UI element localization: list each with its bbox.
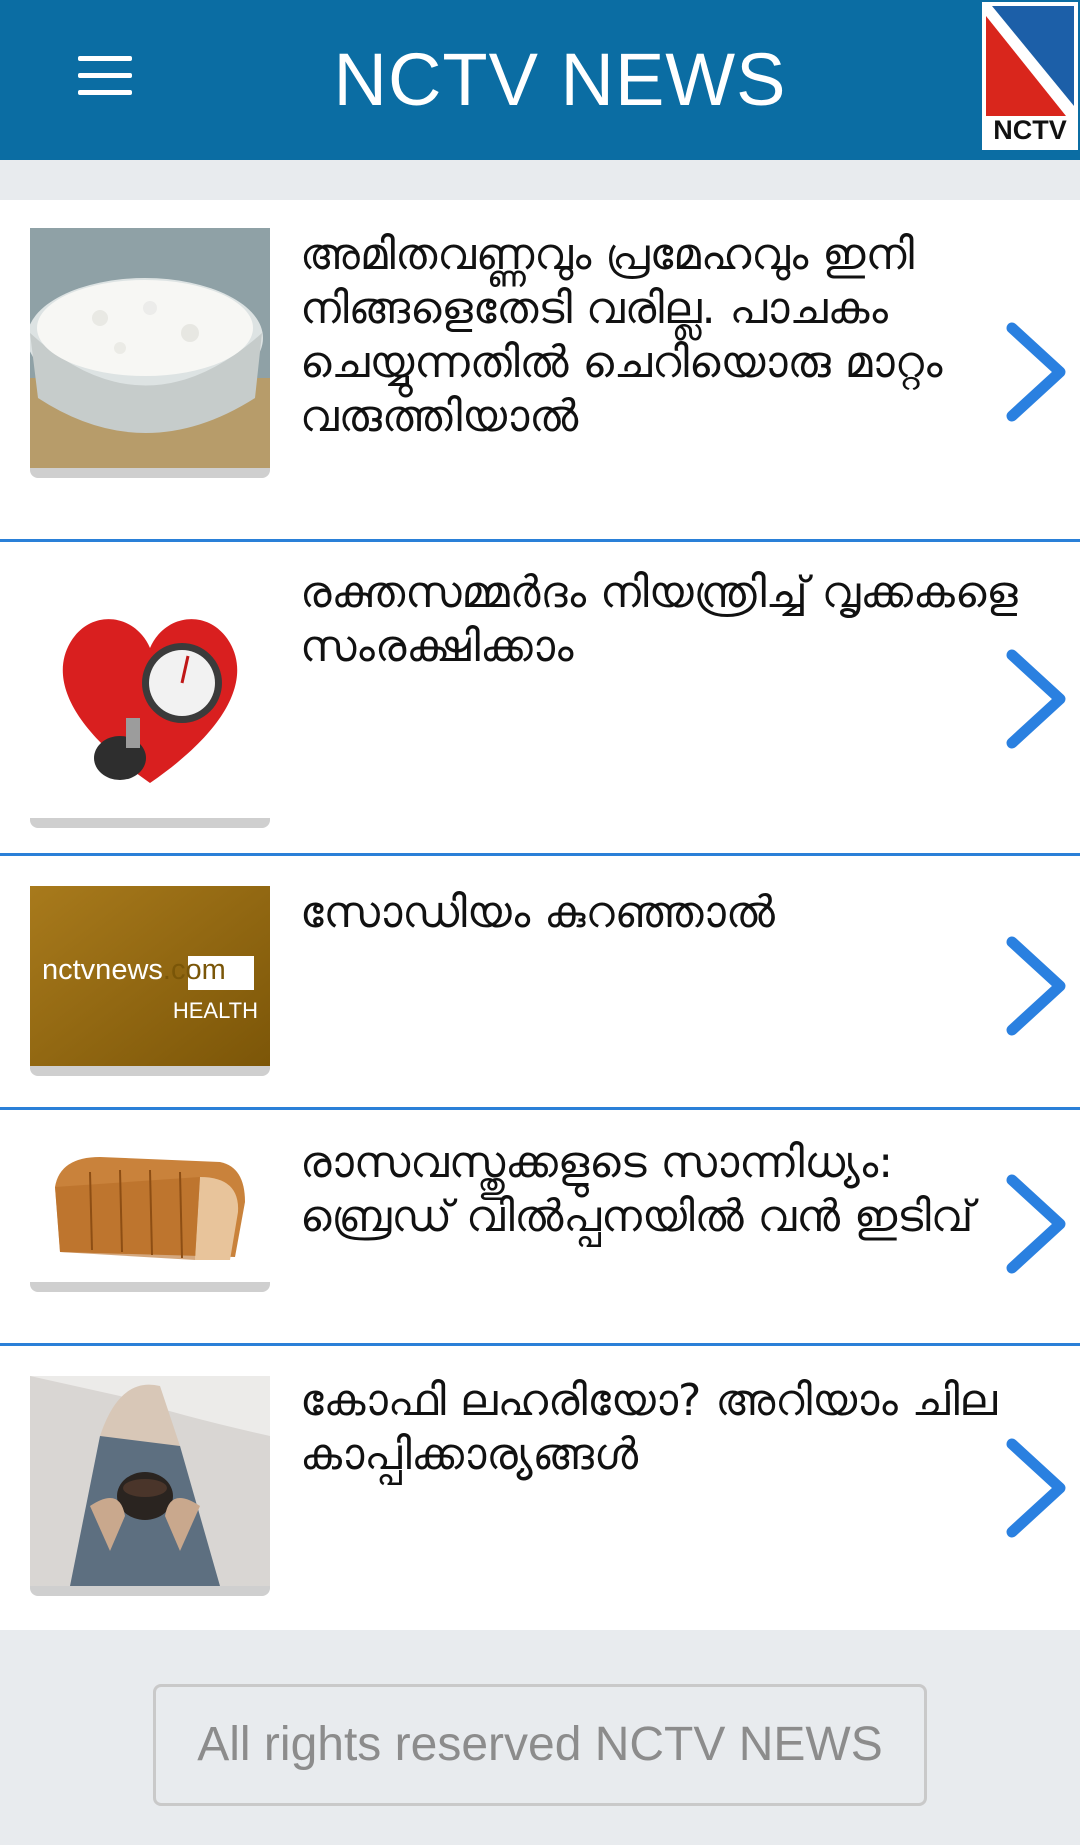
chevron-right-icon[interactable] [1004,320,1068,424]
news-list: അമിതവണ്ണവും പ്രമേഹവും ഇനി നിങ്ങളെതേടി വര… [0,200,1080,1630]
news-item[interactable]: അമിതവണ്ണവും പ്രമേഹവും ഇനി നിങ്ങളെതേടി വര… [0,200,1080,542]
news-headline: രക്തസമ്മർദം നിയന്ത്രിച്ച് വൃക്കകളെ സംരക്… [300,567,1018,672]
app-title: NCTV NEWS [333,38,787,121]
logo-text: NCTV [993,115,1067,145]
news-item[interactable]: കോഫി ലഹരിയോ? അറിയാം ചില കാപ്പിക്കാര്യങ്ങ… [0,1346,1080,1630]
coffee-cup-image [30,1376,270,1596]
chevron-right-icon[interactable] [1004,647,1068,751]
news-headline: രാസവസ്തുക്കളുടെ സാന്നിധ്യം: ബ്രെഡ് വിൽപ്… [300,1137,974,1242]
chevron-right-icon[interactable] [1004,934,1068,1038]
news-item[interactable]: രക്തസമ്മർദം നിയന്ത്രിച്ച് വൃക്കകളെ സംരക്… [0,542,1080,856]
news-headline: കോഫി ലഹരിയോ? അറിയാം ചില കാപ്പിക്കാര്യങ്ങ… [300,1375,997,1480]
news-headline: അമിതവണ്ണവും പ്രമേഹവും ഇനി നിങ്ങളെതേടി വര… [300,229,943,442]
nctvnews-health-image: nctvnews.com HEALTH [30,886,270,1076]
news-headline: സോഡിയം കുറഞ്ഞാൽ [300,887,775,938]
thumb-brand-text: nctvnews [42,954,163,986]
news-item[interactable]: രാസവസ്തുക്കളുടെ സാന്നിധ്യം: ബ്രെഡ് വിൽപ്… [0,1110,1080,1346]
hamburger-menu-icon[interactable] [78,56,132,96]
chevron-right-icon[interactable] [1004,1172,1068,1276]
rice-bowl-image [30,228,270,478]
thumb-domain-text: .com [162,954,226,986]
bread-loaf-image [30,1132,270,1292]
chevron-right-icon[interactable] [1004,1436,1068,1540]
thumb-section-text: HEALTH [172,998,258,1023]
app-header: NCTV NEWS NCTV [0,0,1080,160]
news-item[interactable]: nctvnews.com HEALTH സോഡിയം കുറഞ്ഞാൽ [0,856,1080,1110]
copyright-footer: All rights reserved NCTV NEWS [153,1684,927,1806]
nctv-logo[interactable]: NCTV [982,2,1078,150]
heart-blood-pressure-image [30,568,270,828]
